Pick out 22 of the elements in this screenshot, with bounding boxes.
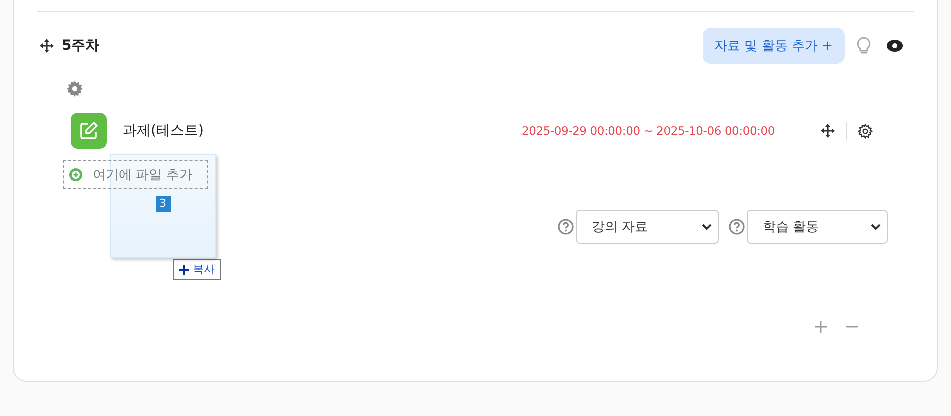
- help-icon[interactable]: [558, 219, 574, 235]
- plus-icon: [179, 264, 189, 274]
- add-activity-button[interactable]: 자료 및 활동 추가 +: [702, 28, 845, 64]
- activity-link[interactable]: 과제(테스트): [123, 122, 204, 140]
- chevron-down-icon: [702, 224, 712, 230]
- copy-text: 복사: [193, 262, 215, 277]
- category-select[interactable]: 학습 활동: [747, 210, 888, 244]
- eye-icon[interactable]: [887, 40, 903, 52]
- lightbulb-icon[interactable]: [857, 37, 871, 55]
- settings-icon[interactable]: [858, 124, 873, 138]
- count-badge: 3: [156, 196, 170, 212]
- move-icon[interactable]: [821, 124, 835, 138]
- section-title: 5주차: [62, 37, 100, 55]
- help-icon[interactable]: [729, 219, 745, 235]
- due-dates: 2025-09-29 00:00:00 ~ 2025-10-06 00:00:00: [522, 124, 775, 138]
- category-select[interactable]: 강의 자료: [576, 210, 719, 244]
- expand-icon[interactable]: [815, 321, 827, 333]
- dropzone-label: 여기에 파일 추가: [93, 166, 192, 184]
- move-icon[interactable]: [40, 39, 54, 53]
- assignment-icon: [71, 113, 107, 149]
- add-icon: [69, 168, 83, 182]
- chevron-down-icon: [871, 224, 881, 230]
